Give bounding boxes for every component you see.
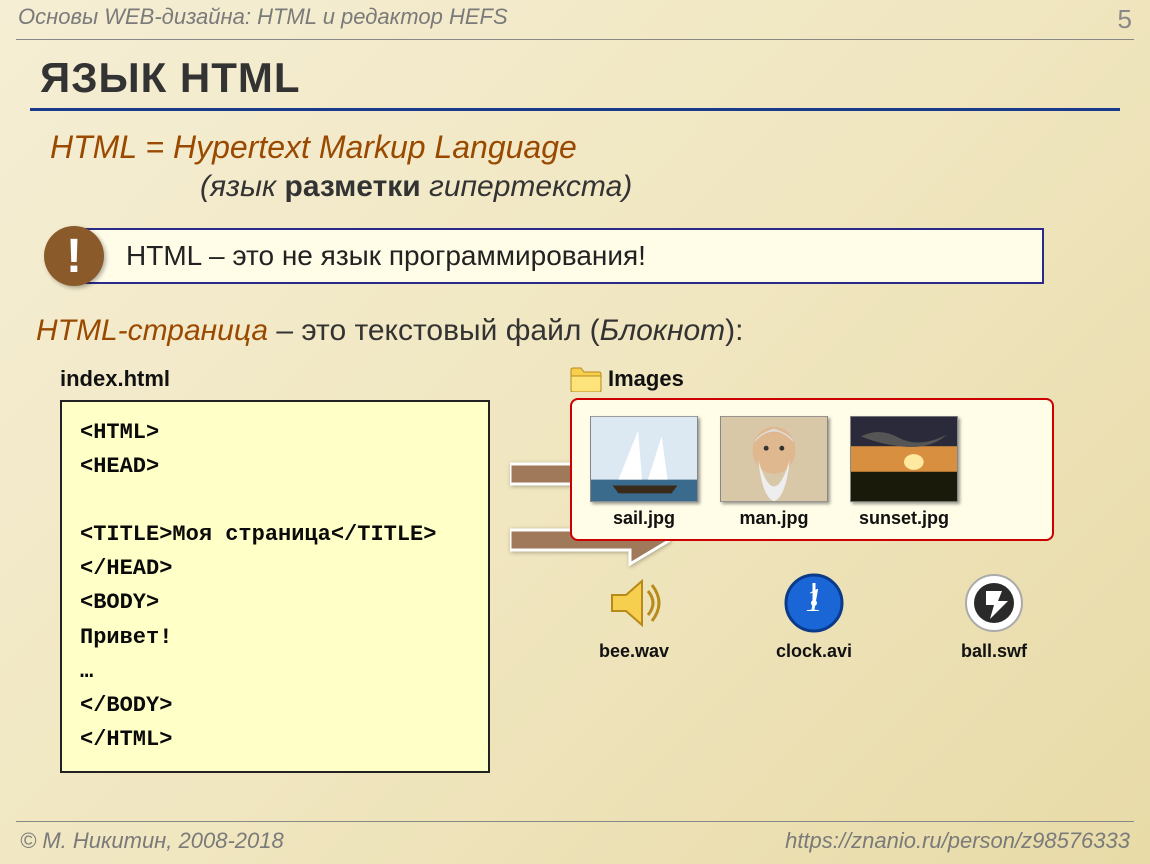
images-folder-label: Images xyxy=(608,366,684,392)
asset-bee: bee.wav xyxy=(574,571,694,662)
asset-caption: clock.avi xyxy=(776,641,852,662)
flash-icon xyxy=(962,571,1026,635)
asset-clock: 1 clock.avi xyxy=(754,571,874,662)
thumb-sail: sail.jpg xyxy=(590,416,698,529)
asset-caption: ball.swf xyxy=(961,641,1027,662)
page-description: HTML-страница – это текстовый файл (Блок… xyxy=(36,314,1150,348)
topbar: Основы WEB-дизайна: HTML и редактор HEFS… xyxy=(0,0,1150,35)
content-row: index.html <HTML> <HEAD> <TITLE>Моя стра… xyxy=(60,366,1150,773)
folder-icon xyxy=(570,366,602,392)
code-block-wrap: index.html <HTML> <HEAD> <TITLE>Моя стра… xyxy=(60,366,490,773)
asset-caption: bee.wav xyxy=(599,641,669,662)
thumb-sunset: sunset.jpg xyxy=(850,416,958,529)
divider-top xyxy=(16,39,1134,40)
sunset-image xyxy=(850,416,958,502)
images-folder-row: Images xyxy=(570,366,1054,392)
topbar-title: Основы WEB-дизайна: HTML и редактор HEFS xyxy=(18,4,508,35)
sail-image xyxy=(590,416,698,502)
images-panel: sail.jpg man.jpg xyxy=(570,398,1054,541)
warning-text: HTML – это не язык программирования! xyxy=(84,228,1044,284)
asset-ball: ball.swf xyxy=(934,571,1054,662)
definition-subline: (язык разметки гипертекста) xyxy=(200,170,1150,204)
thumb-caption: sail.jpg xyxy=(613,508,675,529)
assets-row: bee.wav 1 clock.avi ball.swf xyxy=(574,571,1054,662)
code-block: <HTML> <HEAD> <TITLE>Моя страница</TITLE… xyxy=(60,400,490,773)
footer: © М. Никитин, 2008-2018 https://znanio.r… xyxy=(0,822,1150,864)
code-filename: index.html xyxy=(60,366,490,392)
thumb-man: man.jpg xyxy=(720,416,828,529)
thumb-caption: man.jpg xyxy=(739,508,808,529)
speaker-icon xyxy=(602,571,666,635)
assets-column: Images sail.jpg xyxy=(570,366,1054,773)
footer-url: https://znanio.ru/person/z98576333 xyxy=(785,828,1130,854)
heading-underline xyxy=(30,108,1120,111)
page-number: 5 xyxy=(1118,4,1132,35)
clock-icon: 1 xyxy=(782,571,846,635)
footer-copyright: © М. Никитин, 2008-2018 xyxy=(20,828,284,854)
thumb-caption: sunset.jpg xyxy=(859,508,949,529)
exclamation-icon: ! xyxy=(44,226,104,286)
slide-heading: Язык HTML xyxy=(40,54,1150,102)
definition-line: HTML = Hypertext Markup Language xyxy=(50,129,1150,166)
warning-callout: ! HTML – это не язык программирования! xyxy=(44,226,1150,286)
man-image xyxy=(720,416,828,502)
